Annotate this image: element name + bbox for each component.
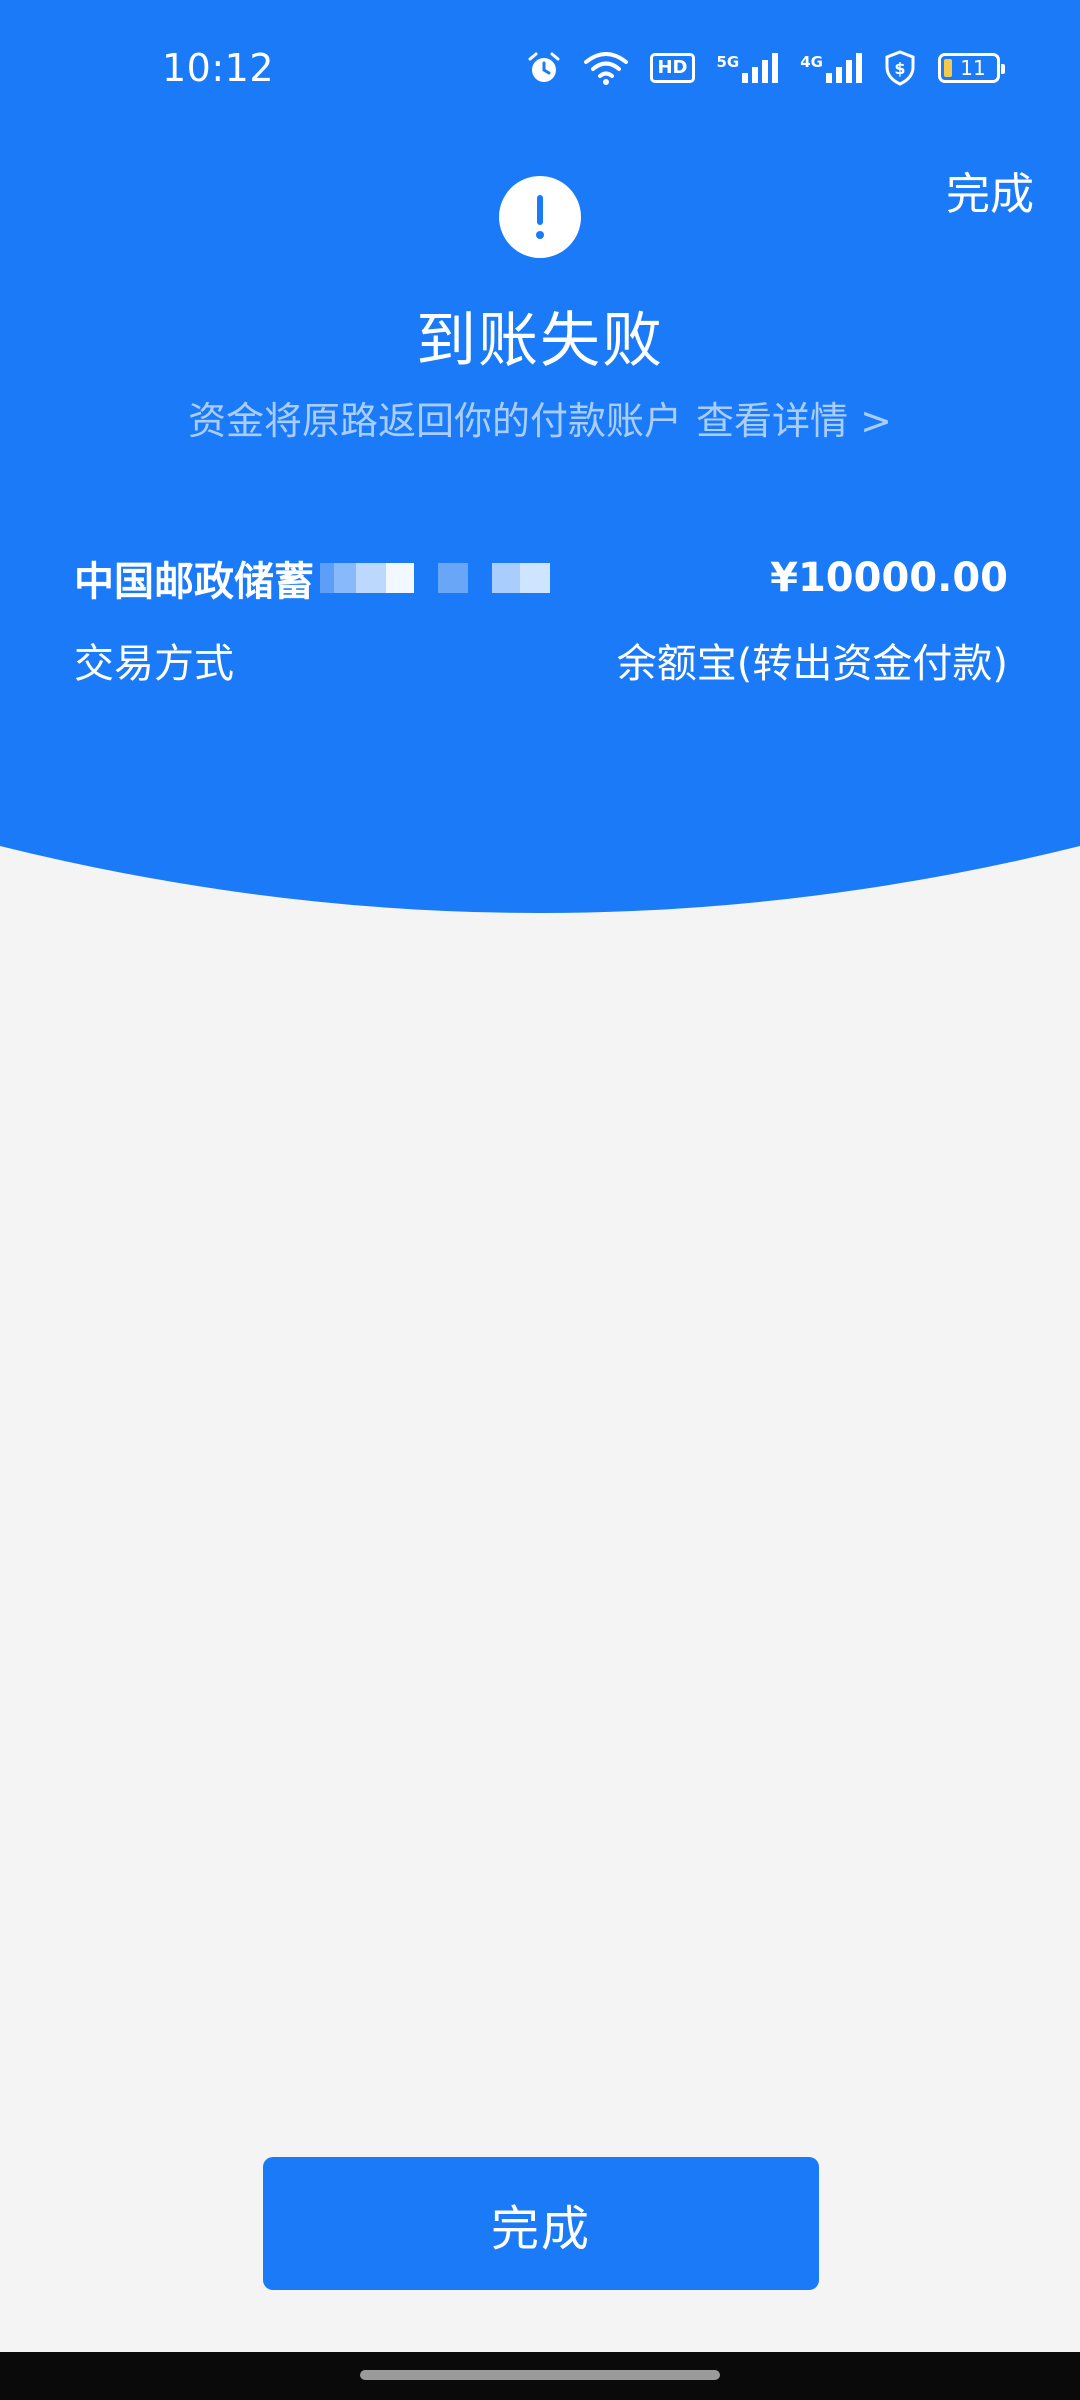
transaction-row: 中国邮政储蓄 ¥10000.00	[74, 548, 1008, 608]
transaction-method-row: 交易方式 余额宝(转出资金付款)	[74, 630, 1008, 690]
network-4g-label: 4G	[800, 53, 823, 71]
svg-text:$: $	[894, 59, 905, 78]
signal-5g-icon: 5G	[717, 53, 779, 83]
signal-4g-icon: 4G	[800, 53, 862, 83]
bank-name-text: 中国邮政储蓄	[74, 559, 314, 605]
subtitle: 资金将原路返回你的付款账户 查看详情 >	[0, 390, 1080, 445]
method-value: 余额宝(转出资金付款)	[616, 641, 1008, 687]
wifi-icon	[584, 50, 629, 86]
masked-account-number	[320, 563, 550, 593]
bank-name: 中国邮政储蓄	[74, 549, 550, 607]
network-5g-label: 5G	[716, 53, 740, 71]
status-icons: HD 5G 4G $ 11	[526, 50, 1005, 86]
status-time: 10:12	[162, 46, 275, 90]
amount: ¥10000.00	[770, 555, 1008, 601]
shield-icon: $	[884, 50, 916, 86]
top-done-button[interactable]: 完成	[946, 158, 1034, 222]
battery-level: 11	[960, 56, 986, 80]
alarm-icon	[526, 50, 562, 86]
navigation-bar	[0, 2352, 1080, 2400]
view-details-link[interactable]: 查看详情 >	[696, 399, 892, 443]
method-label: 交易方式	[74, 641, 234, 687]
exclamation-circle-icon	[499, 176, 581, 258]
home-gesture-handle[interactable]	[360, 2370, 720, 2380]
status-bar: 10:12 HD 5G 4G $ 11	[0, 0, 1080, 140]
hd-icon: HD	[650, 53, 695, 83]
battery-icon: 11	[938, 53, 1005, 83]
done-button[interactable]: 完成	[263, 2157, 819, 2290]
subtitle-text: 资金将原路返回你的付款账户	[188, 399, 683, 443]
page-title: 到账失败	[416, 306, 664, 376]
